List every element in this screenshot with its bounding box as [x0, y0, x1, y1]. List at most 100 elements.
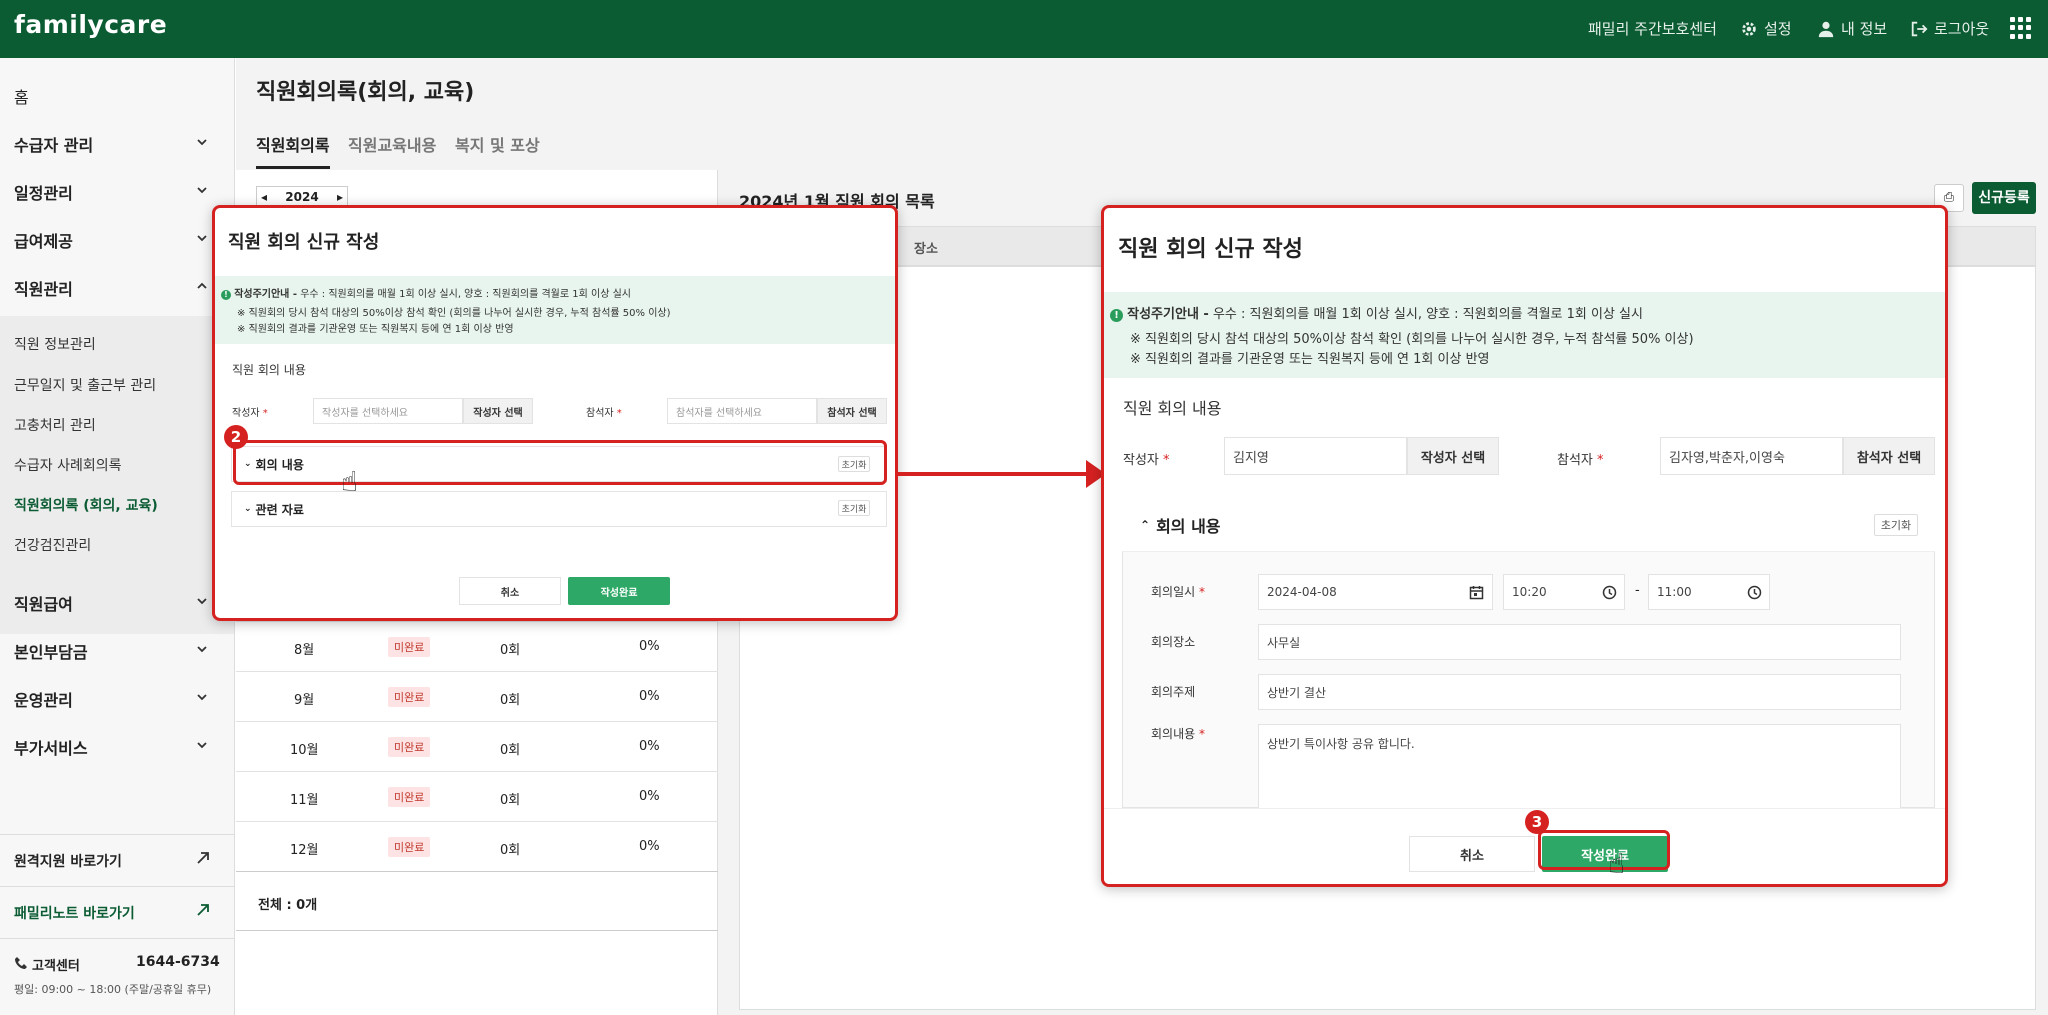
new-meeting-dialog-small: 직원 회의 신규 작성 ! 작성주기안내 - 우수 : 직원회의를 매월 1회 …	[212, 205, 898, 621]
chevron-down-icon	[197, 646, 207, 653]
sidebar-item-salary[interactable]: 직원급여	[14, 591, 73, 615]
highlight-box	[233, 440, 887, 485]
meeting-topic-input[interactable]: 상반기 결산	[1258, 674, 1901, 710]
chevron-down-icon	[197, 694, 207, 701]
chevron-up-icon: ⌃	[1140, 517, 1151, 532]
chevron-down-icon	[197, 139, 207, 146]
new-meeting-dialog-large: 직원 회의 신규 작성 ! 작성주기안내 - 우수 : 직원회의를 매월 1회 …	[1101, 205, 1948, 887]
reset-button[interactable]: 초기화	[838, 500, 870, 516]
new-register-button[interactable]: 신규등록	[1972, 182, 2036, 214]
apps-grid-icon[interactable]	[2010, 17, 2032, 39]
table-row[interactable]: 12월 미완료 0회 0%	[236, 821, 718, 871]
calendar-icon[interactable]	[1469, 585, 1484, 600]
next-year-icon[interactable]: ▸	[337, 190, 343, 204]
start-time-input[interactable]: 10:20	[1503, 574, 1625, 610]
reset-button[interactable]: 초기화	[1874, 514, 1918, 536]
year-value: 2024	[285, 190, 319, 204]
sidebar-item-recipient[interactable]: 수급자 관리	[14, 132, 93, 156]
sidebar-item-benefit[interactable]: 급여제공	[14, 228, 73, 252]
info-icon: !	[221, 290, 231, 300]
customer-center: 고객센터 1644-6734 평일: 09:00 ~ 18:00 (주말/공휴일…	[0, 938, 234, 1015]
highlight-box	[1538, 830, 1670, 870]
chevron-down-icon	[197, 187, 207, 194]
writer-select-button[interactable]: 작성자 선택	[463, 398, 533, 424]
logout-icon	[1911, 21, 1928, 36]
attendee-select-button[interactable]: 참석자 선택	[817, 398, 887, 424]
end-time-input[interactable]: 11:00	[1648, 574, 1770, 610]
related-files-toggle[interactable]: ⌄ 관련 자료	[231, 491, 887, 527]
notice-box: ! 작성주기안내 - 우수 : 직원회의를 매월 1회 이상 실시, 양호 : …	[1104, 292, 1945, 378]
submit-button[interactable]: 작성완료	[568, 577, 670, 605]
sidebar-sub-staff-info[interactable]: 직원 정보관리	[14, 334, 96, 354]
logo[interactable]: familycare	[14, 10, 167, 39]
chevron-down-icon: ⌄	[244, 504, 252, 514]
sidebar-item-addon[interactable]: 부가서비스	[14, 735, 88, 759]
sidebar-sub-health[interactable]: 건강검진관리	[14, 535, 91, 555]
writer-input[interactable]: 김지영	[1224, 437, 1407, 475]
sidebar-item-operation[interactable]: 운영관리	[14, 687, 73, 711]
chevron-down-icon	[197, 598, 207, 605]
tab-staff-education[interactable]: 직원교육내용	[348, 132, 436, 156]
sidebar-sub-worklog[interactable]: 근무일지 및 출근부 관리	[14, 375, 156, 395]
gear-icon	[1742, 21, 1756, 36]
external-arrow-icon	[197, 852, 209, 864]
meeting-content-panel: ⌃ 회의 내용 초기화 회의일시 * 2024-04-08 10:20 - 11…	[1122, 498, 1935, 809]
clock-icon[interactable]	[1747, 585, 1762, 600]
sidebar-sub-grievance[interactable]: 고충처리 관리	[14, 415, 96, 435]
table-row[interactable]: 9월 미완료 0회 0%	[236, 671, 718, 721]
family-note-link[interactable]: 패밀리노트 바로가기	[0, 886, 234, 938]
status-badge: 미완료	[388, 687, 431, 707]
remote-support-link[interactable]: 원격지원 바로가기	[0, 834, 234, 886]
sidebar-item-staff[interactable]: 직원관리	[14, 276, 73, 300]
user-icon	[1818, 21, 1834, 37]
tab-welfare[interactable]: 복지 및 포상	[455, 132, 540, 156]
writer-select-button[interactable]: 작성자 선택	[1407, 437, 1499, 475]
printer-icon: ⎙	[1943, 190, 1955, 205]
total-row: 전체 : 0개	[236, 871, 718, 931]
sidebar: 홈 수급자 관리 일정관리 급여제공 직원관리 직원 정보관리 근무일지 및 출…	[0, 58, 235, 1015]
table-row[interactable]: 10월 미완료 0회 0%	[236, 721, 718, 771]
meeting-content-toggle[interactable]: ⌃ 회의 내용	[1122, 498, 1935, 552]
chevron-down-icon	[197, 235, 207, 242]
sidebar-sub-staff-meeting[interactable]: 직원회의록 (회의, 교육)	[14, 495, 158, 515]
table-row[interactable]: 8월 미완료 0회 0%	[236, 621, 718, 671]
submenu-background	[0, 316, 234, 634]
cancel-button[interactable]: 취소	[1409, 836, 1535, 872]
table-row[interactable]: 11월 미완료 0회 0%	[236, 771, 718, 821]
status-badge: 미완료	[388, 837, 431, 857]
arrow-line	[897, 472, 1097, 476]
chevron-up-icon	[197, 282, 207, 289]
pointer-hand-icon: ☝	[1608, 847, 1626, 880]
logout-link[interactable]: 로그아웃	[1910, 18, 1989, 39]
sidebar-item-home[interactable]: 홈	[14, 84, 29, 108]
status-badge: 미완료	[388, 787, 431, 807]
top-header: familycare 패밀리 주간보호센터 설정 내 정보 로그아웃	[0, 0, 2048, 58]
attendee-input[interactable]: 참석자를 선택하세요	[667, 398, 817, 424]
phone-icon	[15, 957, 27, 969]
status-badge: 미완료	[388, 737, 431, 757]
pointer-hand-icon: ☝	[341, 465, 359, 498]
step-badge: 3	[1525, 810, 1549, 834]
writer-input[interactable]: 작성자를 선택하세요	[313, 398, 463, 424]
page-title: 직원회의록(회의, 교육)	[256, 80, 475, 105]
info-icon: !	[1110, 309, 1123, 322]
meeting-content-textarea[interactable]: 상반기 특이사항 공유 합니다.	[1258, 724, 1901, 809]
center-name: 패밀리 주간보호센터	[1588, 20, 1717, 38]
step-badge: 2	[224, 425, 248, 449]
chevron-down-icon	[197, 742, 207, 749]
notice-box: ! 작성주기안내 - 우수 : 직원회의를 매월 1회 이상 실시, 양호 : …	[215, 276, 895, 344]
cancel-button[interactable]: 취소	[459, 577, 561, 605]
clock-icon[interactable]	[1602, 585, 1617, 600]
attendee-select-button[interactable]: 참석자 선택	[1843, 437, 1935, 475]
settings-link[interactable]: 설정	[1740, 18, 1792, 39]
tab-staff-meeting[interactable]: 직원회의록	[256, 132, 330, 169]
meeting-date-input[interactable]: 2024-04-08	[1258, 574, 1493, 610]
prev-year-icon[interactable]: ◂	[261, 190, 267, 204]
sidebar-sub-case-meeting[interactable]: 수급자 사례회의록	[14, 455, 122, 475]
my-info-link[interactable]: 내 정보	[1817, 18, 1887, 39]
sidebar-item-schedule[interactable]: 일정관리	[14, 180, 73, 204]
sidebar-item-copay[interactable]: 본인부담금	[14, 639, 88, 663]
attendee-input[interactable]: 김자영,박춘자,이영숙	[1660, 437, 1843, 475]
meeting-place-input[interactable]: 사무실	[1258, 624, 1901, 660]
status-badge: 미완료	[388, 637, 431, 657]
